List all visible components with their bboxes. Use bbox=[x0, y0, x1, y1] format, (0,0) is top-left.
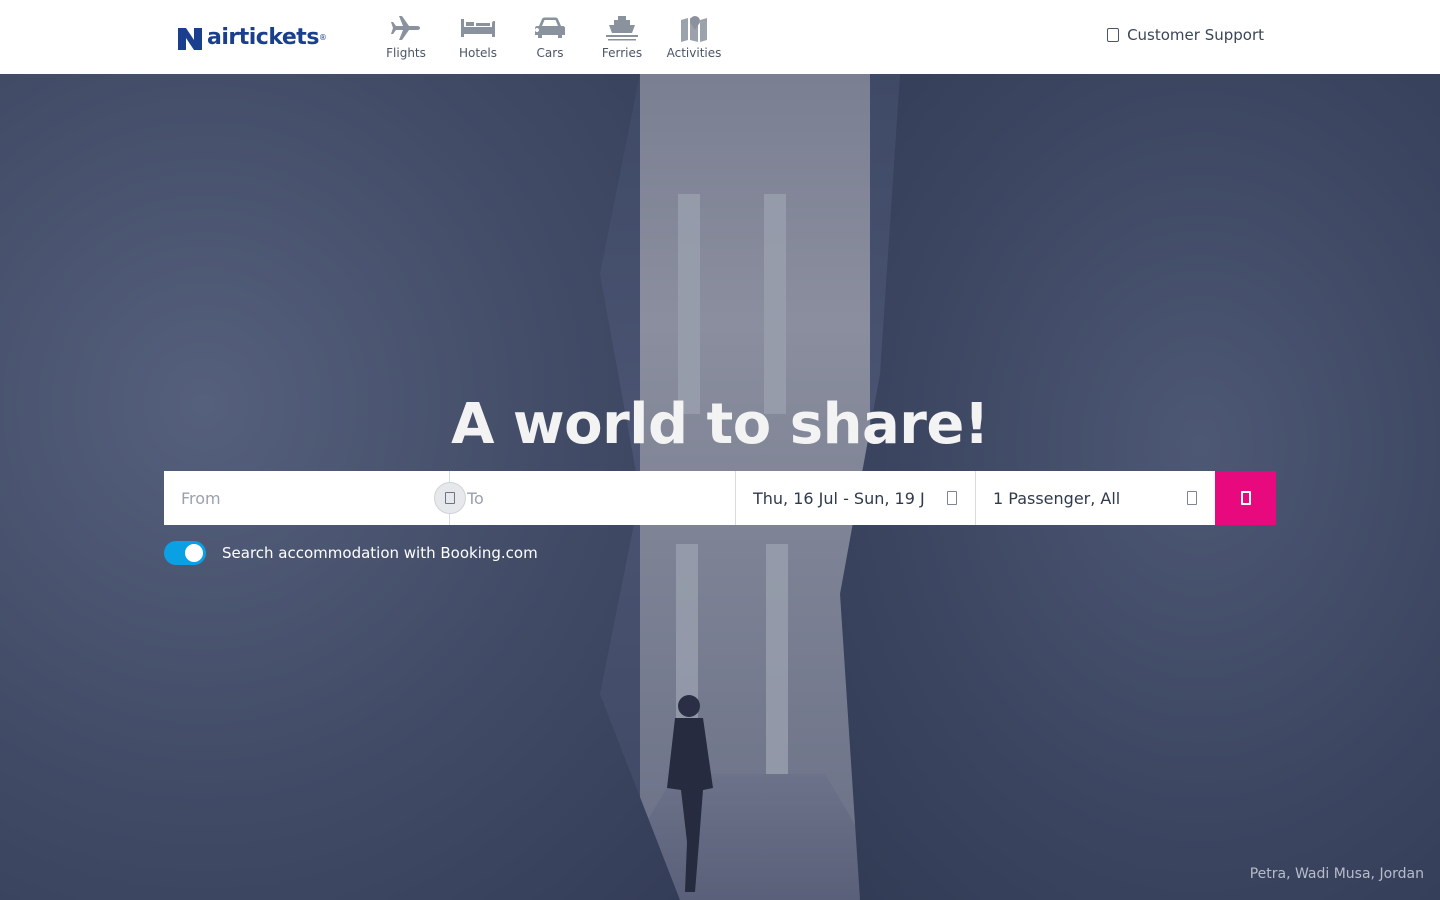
dates-value: Thu, 16 Jul - Sun, 19 J bbox=[753, 488, 925, 508]
booking-toggle[interactable] bbox=[164, 541, 206, 565]
search-icon bbox=[1240, 491, 1251, 505]
booking-toggle-row: Search accommodation with Booking.com bbox=[164, 541, 538, 565]
customer-support-link[interactable]: Customer Support bbox=[1107, 26, 1264, 44]
passengers-value: 1 Passenger, All bbox=[993, 488, 1121, 508]
nav-label-cars: Cars bbox=[536, 46, 564, 60]
logo-mark-icon bbox=[178, 28, 202, 50]
chevron-down-icon bbox=[1187, 491, 1197, 505]
to-placeholder: To bbox=[467, 488, 484, 508]
swap-icon bbox=[445, 492, 455, 504]
customer-support-label: Customer Support bbox=[1127, 26, 1264, 44]
product-nav: Flights Hotels Cars Ferries Activities bbox=[370, 0, 730, 74]
logo-registered-mark: ® bbox=[318, 33, 327, 42]
support-icon bbox=[1107, 28, 1120, 42]
ship-icon bbox=[602, 14, 642, 42]
airplane-icon bbox=[386, 14, 426, 42]
nav-item-hotels[interactable]: Hotels bbox=[442, 0, 514, 74]
dates-field[interactable]: Thu, 16 Jul - Sun, 19 J bbox=[736, 471, 976, 525]
to-field[interactable]: To bbox=[450, 471, 736, 525]
photo-caption: Petra, Wadi Musa, Jordan bbox=[1249, 866, 1424, 882]
nav-label-activities: Activities bbox=[666, 46, 722, 60]
nav-label-flights: Flights bbox=[386, 46, 426, 60]
hero-background-walker bbox=[667, 695, 713, 892]
temple-column bbox=[764, 194, 786, 414]
booking-toggle-label: Search accommodation with Booking.com bbox=[222, 544, 538, 562]
bed-icon bbox=[458, 14, 498, 42]
hero-headline: A world to share! bbox=[451, 392, 989, 457]
from-field[interactable]: From bbox=[164, 471, 466, 525]
nav-label-hotels: Hotels bbox=[458, 46, 498, 60]
logo-text: airtickets bbox=[207, 25, 319, 50]
nav-label-ferries: Ferries bbox=[601, 46, 643, 60]
from-placeholder: From bbox=[181, 488, 221, 508]
passengers-field[interactable]: 1 Passenger, All bbox=[976, 471, 1215, 525]
nav-item-cars[interactable]: Cars bbox=[514, 0, 586, 74]
swap-airports-button[interactable] bbox=[434, 482, 466, 514]
calendar-icon bbox=[947, 491, 957, 505]
airtickets-logo[interactable]: airtickets ® bbox=[176, 24, 327, 52]
toggle-knob bbox=[185, 544, 203, 562]
nav-item-activities[interactable]: Activities bbox=[658, 0, 730, 74]
car-icon bbox=[530, 14, 570, 42]
temple-column bbox=[766, 544, 788, 784]
hero-section: A world to share! From To Thu, 16 Jul - … bbox=[0, 74, 1440, 900]
top-header: airtickets ® Flights Hotels Cars Ferries… bbox=[0, 0, 1440, 74]
nav-item-ferries[interactable]: Ferries bbox=[586, 0, 658, 74]
flight-search-bar: From To Thu, 16 Jul - Sun, 19 J 1 Passen… bbox=[164, 471, 1276, 525]
search-button[interactable] bbox=[1215, 471, 1276, 525]
nav-item-flights[interactable]: Flights bbox=[370, 0, 442, 74]
map-pin-icon bbox=[674, 14, 714, 42]
temple-column bbox=[678, 194, 700, 414]
